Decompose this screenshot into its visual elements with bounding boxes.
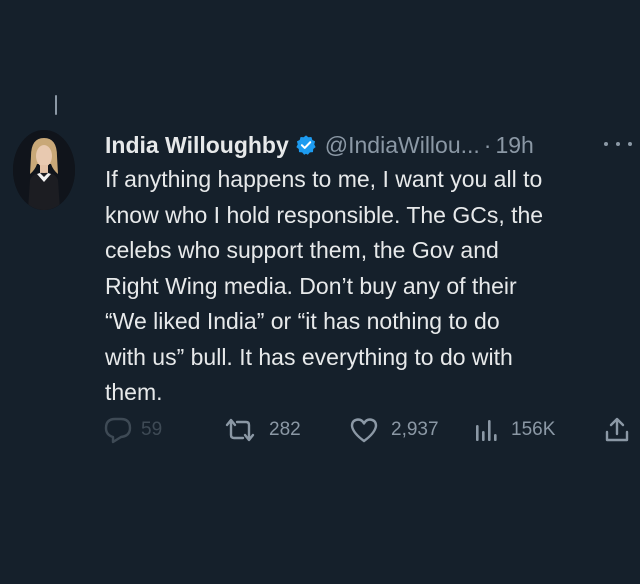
author-name[interactable]: India Willoughby [105, 132, 289, 159]
tweet-text-line: If anything happens to me, I want you al… [105, 166, 543, 192]
tweet-header: India Willoughby @IndiaWillou... · 19h [105, 128, 635, 162]
share-icon [603, 416, 631, 444]
reply-count: 59 [141, 419, 163, 440]
retweet-icon [223, 417, 257, 443]
heart-icon [349, 416, 379, 444]
tweet-text-line: celebs who support them, the Gov and [105, 237, 499, 263]
reply-icon [103, 416, 133, 444]
views-button[interactable]: 156K [473, 414, 555, 446]
like-button[interactable]: 2,937 [349, 414, 439, 446]
share-button[interactable] [603, 414, 631, 446]
views-icon [473, 417, 499, 443]
avatar[interactable] [13, 130, 75, 210]
author-handle[interactable]: @IndiaWillou... [325, 132, 480, 159]
tweet-text-line: know who I hold responsible. The GCs, th… [105, 201, 544, 228]
retweet-count: 282 [269, 419, 301, 440]
views-count: 156K [511, 419, 556, 440]
tweet-text-line: with us” bull. It has everything to do w… [105, 343, 513, 370]
tweet-timestamp[interactable]: 19h [495, 132, 533, 159]
separator-dot: · [483, 131, 492, 158]
reply-button[interactable]: 59 [103, 414, 162, 446]
tweet-text-line: them. [105, 379, 163, 405]
verified-badge-icon [295, 134, 317, 156]
tweet-actions: 59 282 2,937 156K [103, 414, 633, 446]
more-icon[interactable] [604, 132, 632, 156]
tweet-text: If anything happens to me, I want you al… [105, 162, 625, 411]
tweet-text-line: “We liked India” or “it has nothing to d… [105, 308, 500, 334]
like-count: 2,937 [391, 419, 439, 440]
tweet-text-line: Right Wing media. Don’t buy any of their [105, 272, 517, 299]
thread-connector-line [55, 95, 57, 115]
tweet[interactable]: India Willoughby @IndiaWillou... · 19h I… [105, 128, 635, 411]
retweet-button[interactable]: 282 [223, 414, 301, 446]
